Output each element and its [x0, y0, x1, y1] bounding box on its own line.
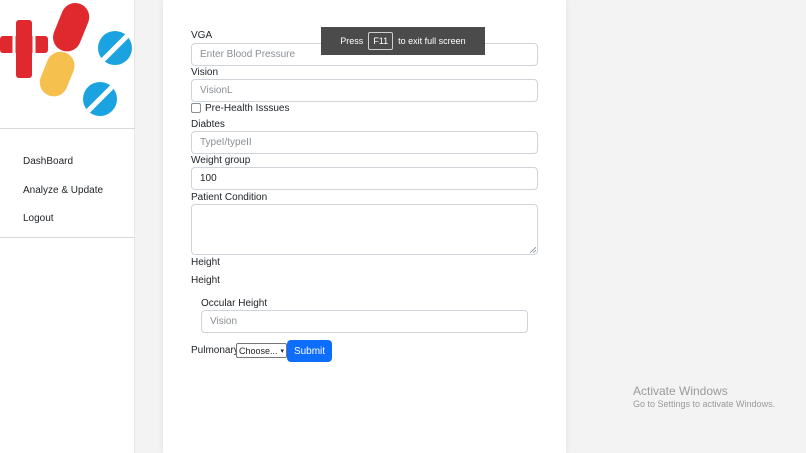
chevron-down-icon: ▾: [280, 347, 284, 355]
fullscreen-toast: Press F11 to exit full screen: [321, 27, 485, 55]
pulmonary-label: Pulmonary: [191, 345, 239, 356]
patient-condition-label: Patient Condition: [191, 192, 268, 203]
pulmonary-selected-value: Choose...: [239, 345, 278, 356]
toast-suffix: to exit full screen: [398, 36, 466, 46]
height-label: Height: [191, 257, 220, 268]
toast-prefix: Press: [340, 36, 364, 46]
sidebar-divider: [0, 237, 135, 238]
sidebar-item-logout[interactable]: Logout: [23, 213, 54, 224]
f11-key-badge: F11: [368, 32, 394, 50]
pulmonary-select[interactable]: Choose... ▾: [236, 343, 287, 358]
occular-height-label: Occular Height: [201, 298, 268, 309]
vga-label: VGA: [191, 30, 213, 41]
vision-input[interactable]: [191, 79, 538, 102]
pre-health-label: Pre-Health Isssues: [205, 103, 290, 114]
sidebar-divider: [0, 128, 135, 129]
sidebar: DashBoard Analyze & Update Logout: [0, 0, 135, 453]
sidebar-item-dashboard[interactable]: DashBoard: [23, 156, 73, 167]
patient-condition-textarea[interactable]: [191, 204, 538, 255]
vision-label: Vision: [191, 67, 219, 78]
diabetes-input[interactable]: [191, 131, 538, 154]
weight-group-input[interactable]: [191, 167, 538, 190]
resize-grip-icon[interactable]: [530, 247, 536, 253]
app-logo[interactable]: [0, 0, 135, 128]
activate-windows-title: Activate Windows: [633, 384, 728, 398]
medical-logo-icon: [0, 3, 132, 116]
diabetes-label: Diabtes: [191, 119, 225, 130]
activate-windows-subtitle: Go to Settings to activate Windows.: [633, 399, 776, 409]
weight-group-label: Weight group: [191, 155, 251, 166]
height-label: Height: [191, 275, 220, 286]
pre-health-checkbox[interactable]: [191, 103, 201, 113]
sidebar-item-analyze-update[interactable]: Analyze & Update: [23, 185, 103, 196]
submit-button[interactable]: Submit: [287, 340, 332, 362]
occular-height-input[interactable]: [201, 310, 528, 333]
